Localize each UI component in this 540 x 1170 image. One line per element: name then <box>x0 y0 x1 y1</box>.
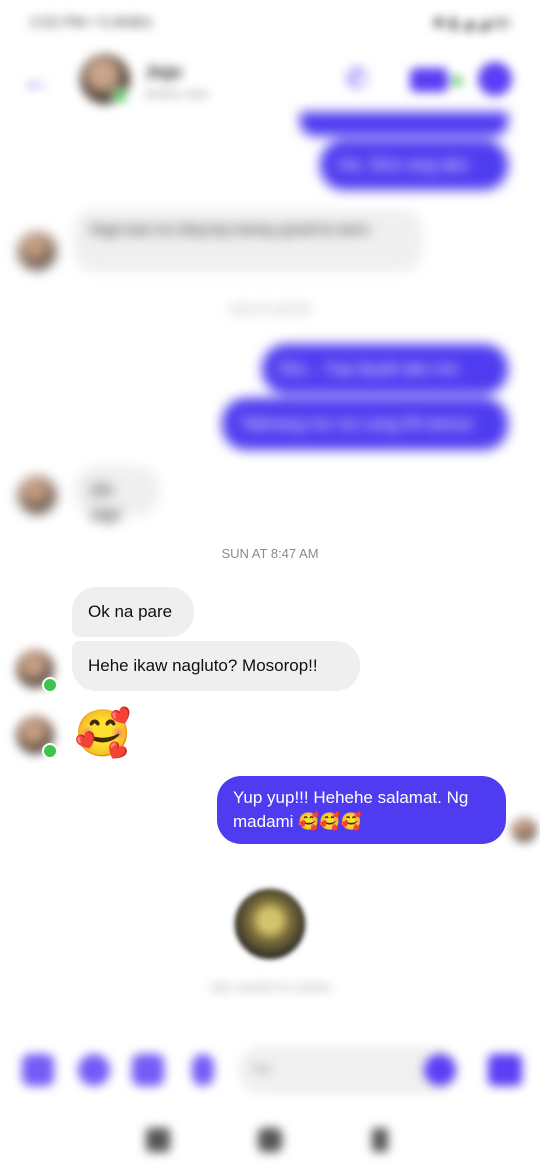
message-input-placeholder: Aa <box>252 1060 271 1077</box>
online-indicator <box>112 88 128 104</box>
microphone-icon[interactable] <box>192 1054 214 1086</box>
video-call-icon[interactable] <box>410 68 448 92</box>
status-time: 2:52 PM • 5.0KB/s <box>30 14 152 31</box>
contact-status: Active now <box>145 86 208 101</box>
message-bubble-received[interactable]: Ok na pare <box>72 587 194 637</box>
message-bubble-sent[interactable]: Eto... Yup ibyalt ako mo <box>262 344 508 394</box>
system-nav-bar <box>0 1112 540 1170</box>
message-bubble-sent[interactable]: Yup yup!!! Hehehe salamat. Ng madami 🥰🥰🥰 <box>217 776 506 844</box>
message-bubble-sent[interactable]: Ha. Sino ang ako <box>320 140 508 190</box>
photo-attachment[interactable] <box>232 886 308 962</box>
message-bubble-sent <box>300 112 508 136</box>
read-receipt-avatar <box>512 818 536 842</box>
online-indicator <box>42 677 58 693</box>
timestamp: SAT AT 5:28 PM <box>230 304 310 316</box>
avatar <box>18 232 56 270</box>
home-icon[interactable] <box>258 1128 282 1152</box>
status-bar: 2:52 PM • 5.0KB/s ✱ ▮ ◢ ◢ 80 <box>0 0 540 48</box>
video-active-dot <box>452 76 462 86</box>
back-arrow-icon[interactable]: ← <box>22 66 52 96</box>
attachment-caption: Jojo reacted to a photo <box>208 980 332 994</box>
message-bubble-received[interactable]: Oh sige <box>74 466 160 524</box>
message-bubble-received[interactable]: Nagi-isaw mo ding kay kamay gosell ko la… <box>74 210 422 272</box>
chat-header: ← Jojo Active now ✆ <box>0 48 540 118</box>
message-composer: Aa <box>0 1042 540 1102</box>
timestamp: SUN AT 8:47 AM <box>221 546 319 561</box>
thumbs-up-icon[interactable] <box>488 1054 522 1086</box>
message-bubble-received[interactable]: Hehe ikaw nagluto? Mosorop!! <box>72 641 360 691</box>
back-nav-icon[interactable] <box>372 1128 388 1152</box>
gallery-icon[interactable] <box>132 1054 164 1086</box>
contact-name[interactable]: Jojo <box>145 62 182 83</box>
info-icon[interactable] <box>478 62 512 96</box>
phone-icon[interactable]: ✆ <box>345 62 379 96</box>
camera-icon[interactable] <box>78 1054 110 1086</box>
status-icons: ✱ ▮ ◢ ◢ 80 <box>432 15 510 32</box>
online-indicator <box>42 743 58 759</box>
avatar <box>18 476 56 514</box>
message-bubble-sent[interactable]: Tatinang mo na Lang 0h kanus <box>222 398 508 450</box>
menu-grid-icon[interactable] <box>22 1054 54 1086</box>
recent-apps-icon[interactable] <box>146 1128 170 1152</box>
emoji-message[interactable]: 🥰 <box>74 706 131 760</box>
emoji-icon[interactable] <box>424 1054 456 1086</box>
